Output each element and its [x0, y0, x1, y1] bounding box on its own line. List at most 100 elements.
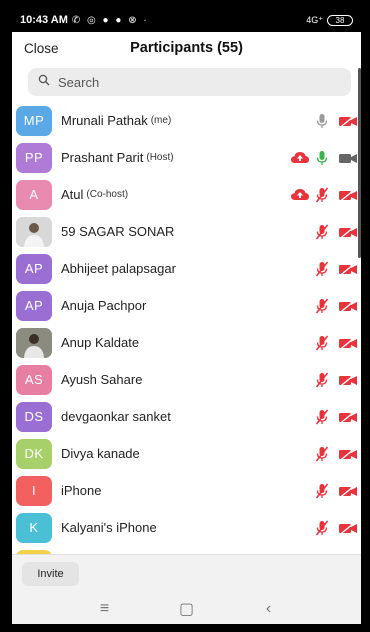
participant-list: MP Mrunali Pathak (me) PP Prashant Parit (Hos… — [12, 102, 361, 554]
video-off-icon — [337, 519, 359, 537]
participant-row[interactable]: AP Abhijeet palapsagar — [12, 250, 361, 287]
microphone-icon — [311, 149, 333, 167]
avatar: AP — [16, 253, 52, 284]
participant-name: Prashant Parit — [61, 150, 144, 165]
participant-status-icons — [281, 176, 361, 213]
mic-muted-icon — [311, 297, 333, 315]
participant-status-icons — [281, 509, 361, 546]
mic-muted-icon — [311, 445, 333, 463]
status-bar: 10:43 AM ✆ ◎ ● ● ⊗ · 4G⁺ 38 — [12, 8, 361, 32]
microphone-icon — [311, 112, 333, 130]
mic-muted-icon — [311, 223, 333, 241]
avatar: AS — [16, 364, 52, 395]
participant-status-icons — [281, 472, 361, 509]
participant-name: Anup Kaldate — [61, 335, 140, 350]
participant-name: Kalyani's iPhone — [61, 520, 157, 535]
video-off-icon — [337, 445, 359, 463]
close-button[interactable]: Close — [24, 41, 59, 56]
mic-muted-icon — [311, 334, 333, 352]
participant-status-icons — [281, 435, 361, 472]
participant-row[interactable]: AS Ayush Sahare — [12, 361, 361, 398]
avatar: AP — [16, 290, 52, 321]
screen-share-icon — [289, 149, 311, 167]
participant-row[interactable]: A Atul (Co-host) — [12, 176, 361, 213]
participant-row[interactable]: IiPhone — [12, 472, 361, 509]
participant-name: iPhone — [61, 483, 102, 498]
avatar: PP — [16, 142, 52, 173]
search-bar[interactable] — [28, 68, 351, 96]
device-frame: 10:43 AM ✆ ◎ ● ● ⊗ · 4G⁺ 38 Close Partic… — [0, 0, 370, 632]
participant-name: Atul — [61, 187, 84, 202]
page-title: Participants (55) — [130, 40, 243, 56]
mic-muted-icon — [311, 519, 333, 537]
participant-row[interactable]: AP Anuja Pachpor — [12, 287, 361, 324]
mic-muted-icon — [311, 186, 333, 204]
participant-name: Anuja Pachpor — [61, 298, 147, 313]
participant-row[interactable]: Anup Kaldate — [12, 324, 361, 361]
participant-status-icons — [281, 324, 361, 361]
status-right: 4G⁺ 38 — [306, 14, 353, 26]
back-icon[interactable]: ‹ — [259, 599, 279, 619]
notification-icons: ✆ ◎ ● ● ⊗ · — [71, 14, 149, 26]
participant-row[interactable]: MP Mrunali Pathak (me) — [12, 102, 361, 139]
participant-name: 59 SAGAR SONAR — [61, 224, 175, 239]
mic-muted-icon — [311, 371, 333, 389]
participant-role: (Host) — [146, 152, 174, 163]
participant-status-icons — [281, 287, 361, 324]
phone-screen: 10:43 AM ✆ ◎ ● ● ⊗ · 4G⁺ 38 Close Partic… — [12, 8, 361, 624]
system-nav-bar: ≡ ▢ ‹ — [12, 594, 361, 624]
video-off-icon — [337, 223, 359, 241]
participant-status-icons — [281, 139, 361, 176]
participant-row[interactable]: DS devgaonkar sanket — [12, 398, 361, 435]
avatar: A — [16, 179, 52, 210]
participant-role: (me) — [150, 115, 172, 126]
participant-row[interactable] — [12, 546, 361, 554]
participant-status-icons — [281, 361, 361, 398]
video-off-icon — [337, 260, 359, 278]
invite-button[interactable]: Invite — [22, 562, 79, 586]
participant-name: Abhijeet palapsagar — [61, 261, 176, 276]
avatar: DS — [16, 401, 52, 432]
video-off-icon — [337, 334, 359, 352]
participant-status-icons — [281, 213, 361, 250]
participant-role: (Co-host) — [86, 189, 129, 200]
participant-row[interactable]: K Kalyani's iPhone — [12, 509, 361, 546]
participant-name: Divya kanade — [61, 446, 140, 461]
participant-row[interactable]: PP Prashant Parit (Host) — [12, 139, 361, 176]
video-camera-icon — [337, 149, 359, 167]
bottom-bar: Invite — [12, 554, 361, 594]
participant-status-icons — [281, 102, 361, 139]
avatar: I — [16, 475, 52, 506]
signal-icon: 4G⁺ — [306, 14, 323, 25]
status-time: 10:43 AM — [20, 14, 68, 26]
participant-status-icons — [281, 398, 361, 435]
participant-row[interactable]: 59 SAGAR SONAR — [12, 213, 361, 250]
participant-name: Mrunali Pathak — [61, 113, 148, 128]
mic-muted-icon — [311, 260, 333, 278]
video-off-icon — [337, 297, 359, 315]
participant-row[interactable]: DK Divya kanade — [12, 435, 361, 472]
participant-name: Ayush Sahare — [61, 372, 143, 387]
video-off-icon — [337, 408, 359, 426]
participant-status-icons — [281, 250, 361, 287]
search-icon — [38, 73, 50, 91]
avatar: DK — [16, 438, 52, 469]
avatar — [16, 327, 52, 358]
participant-status-icons — [281, 546, 361, 554]
video-off-icon — [337, 371, 359, 389]
video-off-icon — [337, 186, 359, 204]
search-input[interactable] — [58, 74, 308, 90]
participant-name: devgaonkar sanket — [61, 409, 171, 424]
mic-muted-icon — [311, 482, 333, 500]
recents-icon[interactable]: ≡ — [95, 599, 115, 619]
avatar: K — [16, 512, 52, 543]
battery-icon: 38 — [327, 14, 353, 26]
video-off-icon — [337, 482, 359, 500]
mic-muted-icon — [311, 408, 333, 426]
scrollbar[interactable] — [358, 68, 361, 258]
avatar — [16, 216, 52, 247]
participants-header: Close Participants (55) — [12, 32, 361, 64]
home-icon[interactable]: ▢ — [177, 599, 197, 619]
screen-share-icon — [289, 186, 311, 204]
video-off-icon — [337, 112, 359, 130]
